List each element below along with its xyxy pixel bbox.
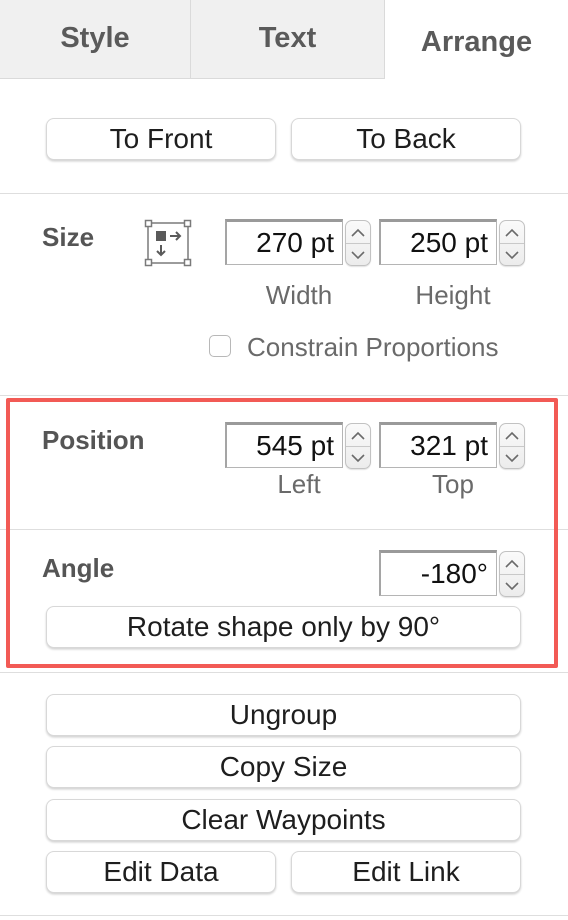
edit-data-button[interactable]: Edit Data [46,851,276,893]
top-stepper[interactable] [499,423,525,469]
divider [0,193,568,194]
chevron-down-icon [505,251,519,260]
to-front-button[interactable]: To Front [46,118,276,160]
width-field[interactable]: 270 pt [225,219,343,265]
copy-size-button[interactable]: Copy Size [46,746,521,788]
chevron-down-icon [351,454,365,463]
constrain-proportions-label[interactable]: Constrain Proportions [247,332,498,363]
rotate-shape-button[interactable]: Rotate shape only by 90° [46,606,521,648]
ungroup-button[interactable]: Ungroup [46,694,521,736]
angle-label: Angle [42,553,115,583]
chevron-up-icon [351,228,365,237]
left-label: Left [277,469,321,499]
top-label: Top [432,469,474,499]
autosize-icon[interactable] [144,219,192,267]
clear-waypoints-button[interactable]: Clear Waypoints [46,799,521,841]
left-field[interactable]: 545 pt [225,422,343,468]
chevron-up-icon [505,559,519,568]
position-label: Position [42,425,145,455]
chevron-down-icon [505,582,519,591]
to-back-button[interactable]: To Back [291,118,521,160]
chevron-up-icon [505,228,519,237]
tab-text[interactable]: Text [191,0,385,79]
divider [0,395,568,396]
edit-link-button[interactable]: Edit Link [291,851,521,893]
tab-style[interactable]: Style [0,0,191,79]
height-stepper[interactable] [499,220,525,266]
chevron-up-icon [505,431,519,440]
width-label: Width [265,280,333,310]
height-field[interactable]: 250 pt [379,219,497,265]
divider [0,915,568,916]
left-stepper[interactable] [345,423,371,469]
divider [0,529,568,530]
chevron-up-icon [351,431,365,440]
top-field[interactable]: 321 pt [379,422,497,468]
width-stepper[interactable] [345,220,371,266]
angle-stepper[interactable] [499,551,525,597]
divider [0,672,568,673]
chevron-down-icon [505,454,519,463]
format-tabs: Style Text Arrange [0,0,568,80]
angle-field[interactable]: -180° [379,550,497,596]
size-label: Size [42,222,95,252]
constrain-proportions-checkbox[interactable] [209,335,231,357]
tab-arrange[interactable]: Arrange [385,0,568,80]
chevron-down-icon [351,251,365,260]
height-label: Height [415,280,491,310]
